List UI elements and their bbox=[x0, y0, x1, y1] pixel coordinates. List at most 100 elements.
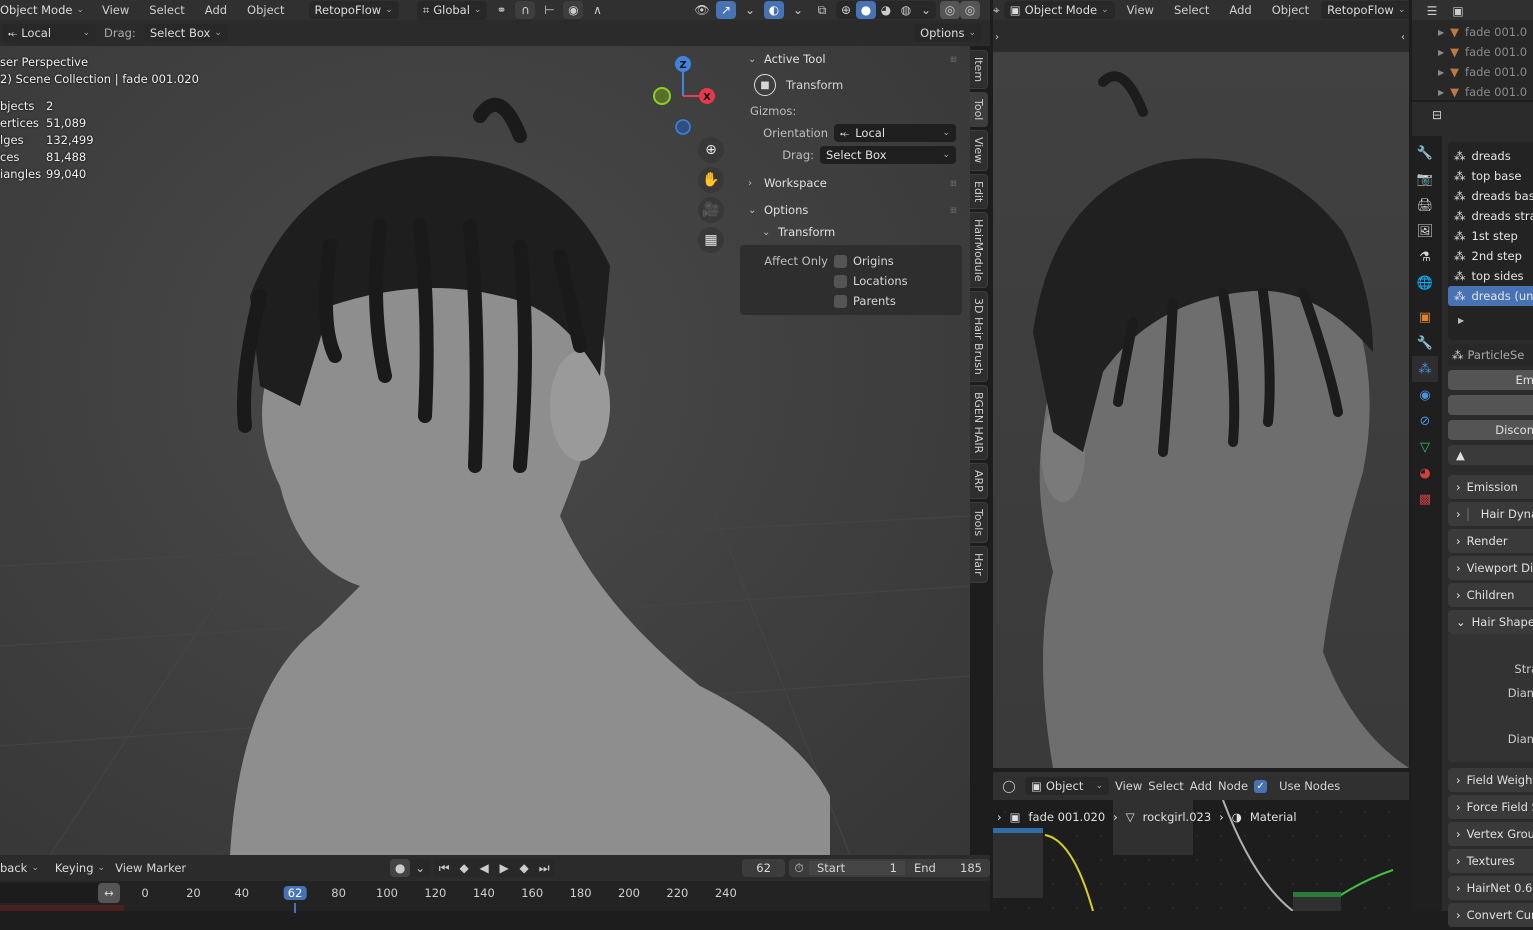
expand-arrow-icon[interactable]: ▶ bbox=[1438, 48, 1444, 57]
section-checkbox[interactable] bbox=[1467, 508, 1469, 521]
physics-tab-icon[interactable]: ◉ bbox=[1412, 382, 1438, 408]
prev-keyframe-icon[interactable]: ◆ bbox=[454, 859, 474, 877]
menu-add[interactable]: Add bbox=[1190, 779, 1212, 793]
object-tab-icon[interactable]: ▣ bbox=[1412, 304, 1438, 330]
wireframe-shading-icon[interactable]: ⊕ bbox=[836, 1, 856, 19]
outliner-item[interactable]: ▶▼fade 001.0 bbox=[1412, 22, 1533, 42]
panel-section[interactable]: ›Viewport Dis bbox=[1448, 556, 1533, 580]
display-mode-icon[interactable]: ☰ bbox=[1422, 2, 1442, 20]
active-tool-row[interactable]: ■ Transform bbox=[740, 70, 962, 100]
breadcrumb-mesh[interactable]: rockgirl.023 bbox=[1143, 810, 1212, 824]
playback-dropdown[interactable]: back⌄ bbox=[0, 859, 45, 877]
material-shading-icon[interactable]: ◕ bbox=[876, 1, 896, 19]
menu-view[interactable]: View bbox=[1119, 3, 1162, 17]
camera-icon[interactable]: 🎥 bbox=[698, 197, 724, 223]
chevron-down-icon[interactable]: ⌄ bbox=[916, 1, 936, 19]
image-texture-node[interactable] bbox=[993, 828, 1043, 898]
outliner-item[interactable]: ▶▼fade 001.0 bbox=[1412, 62, 1533, 82]
xray-toggle-icon[interactable]: ⧉ bbox=[812, 1, 832, 19]
menu-view[interactable]: View bbox=[1115, 779, 1142, 793]
panel-section[interactable]: ›Vertex Group bbox=[1448, 822, 1533, 846]
navigation-gizmo[interactable]: Z X bbox=[645, 52, 725, 137]
tab-bgen-hair[interactable]: BGEN HAIR bbox=[970, 385, 988, 460]
options-dropdown[interactable]: Options⌄ bbox=[914, 24, 982, 42]
retopoflow-dropdown[interactable]: RetopoFlow⌄ bbox=[309, 1, 399, 19]
expand-arrow-icon[interactable]: ▶ bbox=[1438, 28, 1444, 37]
node-editor-canvas[interactable]: › ▣ fade 001.020 › ▽ rockgirl.023 › ◑ Ma… bbox=[993, 800, 1409, 911]
menu-object[interactable]: Object bbox=[239, 3, 292, 17]
panel-section[interactable]: ›Render bbox=[1448, 529, 1533, 553]
panel-section[interactable]: ›Convert Curv bbox=[1448, 903, 1533, 927]
tab-item[interactable]: Item bbox=[970, 50, 988, 89]
particle-system-item[interactable]: ⁂top base bbox=[1448, 166, 1533, 186]
panel-section[interactable]: ›Hair Dyna bbox=[1448, 502, 1533, 526]
texture-tab-icon[interactable]: ▩ bbox=[1412, 486, 1438, 512]
panel-section[interactable]: ›Emission bbox=[1448, 475, 1533, 499]
timeline-scrubber[interactable]: ↔ 020406280100120140160180200220240 bbox=[0, 881, 990, 911]
start-frame-field[interactable]: Start1 bbox=[809, 861, 905, 875]
menu-view[interactable]: View bbox=[115, 861, 142, 875]
tab-3d-hair-brush[interactable]: 3D Hair Brush bbox=[970, 291, 988, 382]
panel-section[interactable]: ›Textures bbox=[1448, 849, 1533, 873]
record-icon[interactable]: ● bbox=[390, 859, 410, 877]
menu-select[interactable]: Select bbox=[1148, 779, 1183, 793]
render-ring-icon[interactable]: ◎ bbox=[940, 1, 960, 19]
drag-grip-icon[interactable]: ⁞⁞⁞⁞ bbox=[950, 55, 956, 64]
tab-tools[interactable]: Tools bbox=[970, 502, 988, 543]
texture-node[interactable] bbox=[1113, 800, 1193, 855]
rendered-shading-icon[interactable]: ◍ bbox=[896, 1, 916, 19]
right-mode-dropdown[interactable]: ▣Object Mode⌄ bbox=[1004, 1, 1115, 19]
visibility-eye-icon[interactable]: 👁 bbox=[692, 1, 712, 19]
panel-section[interactable]: ›Children bbox=[1448, 583, 1533, 607]
play-icon[interactable]: ▶ bbox=[494, 859, 514, 877]
pivot-link-icon[interactable]: ⚭ bbox=[491, 1, 511, 19]
expand-left-icon[interactable]: › bbox=[995, 32, 999, 43]
origins-checkbox[interactable] bbox=[834, 255, 847, 268]
panel-section[interactable]: ›HairNet 0.6.8 bbox=[1448, 876, 1533, 900]
menu-node[interactable]: Node bbox=[1218, 779, 1248, 793]
chevron-down-icon[interactable]: ⌄ bbox=[788, 1, 808, 19]
transform-subheader[interactable]: ⌄Transform bbox=[740, 221, 962, 243]
drag-grip-icon[interactable]: ⁞⁞⁞⁞ bbox=[950, 179, 956, 188]
end-frame-field[interactable]: End185 bbox=[906, 861, 990, 875]
zoom-icon[interactable]: ⊕ bbox=[698, 137, 724, 163]
playhead-line[interactable] bbox=[294, 903, 296, 913]
panel-section[interactable]: ⌄Hair Shape bbox=[1448, 610, 1533, 634]
menu-marker[interactable]: Marker bbox=[146, 861, 186, 875]
particle-action-button[interactable] bbox=[1448, 395, 1533, 415]
editor-type-icon[interactable]: ⌖ bbox=[993, 1, 1000, 19]
active-tool-header[interactable]: ⌄Active Tool⁞⁞⁞⁞ bbox=[740, 48, 962, 70]
particle-system-item[interactable]: ⁂dreads bas bbox=[1448, 186, 1533, 206]
play-reverse-icon[interactable]: ◀ bbox=[474, 859, 494, 877]
tab-hair[interactable]: Hair bbox=[970, 546, 988, 583]
gizmo-toggle-icon[interactable]: ↗ bbox=[716, 1, 736, 19]
drag-dropdown[interactable]: Select Box⌄ bbox=[820, 146, 956, 164]
expand-arrow-icon[interactable]: ▶ bbox=[1438, 68, 1444, 77]
particle-system-item[interactable]: ⁂2nd step bbox=[1448, 246, 1533, 266]
expand-right-icon[interactable]: ‹ bbox=[1401, 32, 1405, 43]
drag-dropdown[interactable]: Select Box⌄ bbox=[144, 24, 228, 42]
modifier-tab-icon[interactable]: 🔧 bbox=[1412, 330, 1438, 356]
ortho-grid-icon[interactable]: ▦ bbox=[698, 227, 724, 253]
scene-tab-icon[interactable]: ⚗ bbox=[1412, 244, 1438, 270]
options-header[interactable]: ⌄Options⁞⁞⁞⁞ bbox=[740, 199, 962, 221]
data-tab-icon[interactable]: ▽ bbox=[1412, 434, 1438, 460]
menu-object[interactable]: Object bbox=[1264, 3, 1317, 17]
particle-system-item[interactable]: ⁂dreads (un bbox=[1448, 286, 1533, 306]
overlay-toggle-icon[interactable]: ◐ bbox=[764, 1, 784, 19]
jump-start-icon[interactable]: ⏮ bbox=[434, 859, 454, 877]
chevron-down-icon[interactable]: ⌄ bbox=[410, 859, 430, 877]
transform-orientation-dropdown[interactable]: ⌗Global⌄ bbox=[417, 1, 488, 20]
list-expand-icon[interactable]: ▶ bbox=[1448, 316, 1533, 325]
locations-checkbox[interactable] bbox=[834, 275, 847, 288]
mix-shader-node[interactable] bbox=[1293, 892, 1341, 911]
solid-shading-icon[interactable]: ● bbox=[856, 1, 876, 19]
shader-editor-icon[interactable]: ◯ bbox=[999, 777, 1019, 795]
jump-end-icon[interactable]: ⏭ bbox=[534, 859, 554, 877]
snap-magnet-icon[interactable]: ∩ bbox=[515, 1, 535, 19]
menu-select[interactable]: Select bbox=[1166, 3, 1217, 17]
drag-grip-icon[interactable]: ⁞⁞⁞⁞ bbox=[950, 206, 956, 215]
tab-edit[interactable]: Edit bbox=[970, 174, 988, 209]
stopwatch-icon[interactable]: ⏱ bbox=[789, 859, 809, 877]
checkbox-origins-row[interactable]: Affect Only Origins bbox=[740, 251, 962, 271]
